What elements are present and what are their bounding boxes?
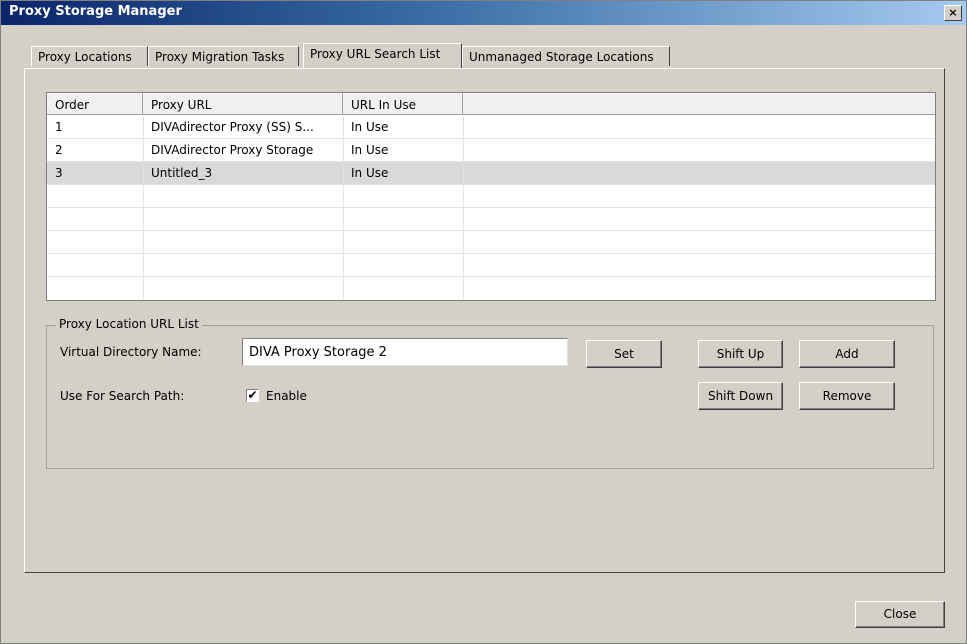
column-divider bbox=[343, 116, 344, 300]
cell-url-in-use: In Use bbox=[351, 143, 389, 157]
cell-order: 2 bbox=[55, 143, 63, 157]
virtual-directory-label: Virtual Directory Name: bbox=[60, 345, 202, 359]
group-legend: Proxy Location URL List bbox=[56, 317, 202, 331]
cell-proxy-url: Untitled_3 bbox=[151, 166, 213, 180]
title-bar[interactable]: Proxy Storage Manager × bbox=[1, 1, 966, 25]
cell-proxy-url: DIVAdirector Proxy Storage bbox=[151, 143, 314, 157]
list-header: Order Proxy URL URL In Use bbox=[47, 93, 935, 116]
column-header-order[interactable]: Order bbox=[47, 93, 143, 115]
row-divider bbox=[47, 184, 935, 185]
table-row[interactable]: 1 DIVAdirector Proxy (SS) S... In Use bbox=[47, 116, 935, 138]
column-header-empty bbox=[463, 93, 935, 115]
set-button[interactable]: Set bbox=[586, 340, 662, 368]
cell-url-in-use: In Use bbox=[351, 166, 389, 180]
cell-order: 1 bbox=[55, 120, 63, 134]
window-title: Proxy Storage Manager bbox=[9, 4, 182, 19]
column-header-proxy-url[interactable]: Proxy URL bbox=[143, 93, 343, 115]
add-button[interactable]: Add bbox=[799, 340, 895, 368]
enable-label[interactable]: Enable bbox=[266, 389, 307, 403]
shift-down-button[interactable]: Shift Down bbox=[698, 382, 783, 410]
tab-proxy-url-search-list[interactable]: Proxy URL Search List bbox=[303, 43, 462, 68]
table-row-selected[interactable]: 3 Untitled_3 In Use bbox=[47, 162, 935, 184]
column-divider bbox=[143, 116, 144, 300]
tab-unmanaged-storage-locations[interactable]: Unmanaged Storage Locations bbox=[462, 46, 670, 66]
enable-checkbox[interactable]: ✔ bbox=[246, 389, 259, 402]
virtual-directory-input[interactable] bbox=[242, 338, 568, 366]
close-button[interactable]: Close bbox=[855, 601, 945, 628]
tab-proxy-migration-tasks[interactable]: Proxy Migration Tasks bbox=[148, 46, 299, 66]
row-divider bbox=[47, 253, 935, 254]
table-row[interactable]: 2 DIVAdirector Proxy Storage In Use bbox=[47, 139, 935, 161]
shift-up-button[interactable]: Shift Up bbox=[698, 340, 783, 368]
row-divider bbox=[47, 207, 935, 208]
cell-proxy-url: DIVAdirector Proxy (SS) S... bbox=[151, 120, 314, 134]
tab-proxy-locations[interactable]: Proxy Locations bbox=[31, 46, 148, 66]
proxy-storage-manager-window: Proxy Storage Manager × Proxy Locations … bbox=[0, 0, 967, 644]
cell-order: 3 bbox=[55, 166, 63, 180]
remove-button[interactable]: Remove bbox=[799, 382, 895, 410]
proxy-url-list[interactable]: Order Proxy URL URL In Use 1 DIVAdirecto… bbox=[46, 92, 936, 301]
search-path-label: Use For Search Path: bbox=[60, 389, 185, 403]
column-divider bbox=[463, 116, 464, 300]
window-close-icon[interactable]: × bbox=[944, 5, 962, 21]
checkmark-icon: ✔ bbox=[247, 388, 258, 402]
row-divider bbox=[47, 276, 935, 277]
cell-url-in-use: In Use bbox=[351, 120, 389, 134]
row-divider bbox=[47, 230, 935, 231]
column-header-url-in-use[interactable]: URL In Use bbox=[343, 93, 463, 115]
